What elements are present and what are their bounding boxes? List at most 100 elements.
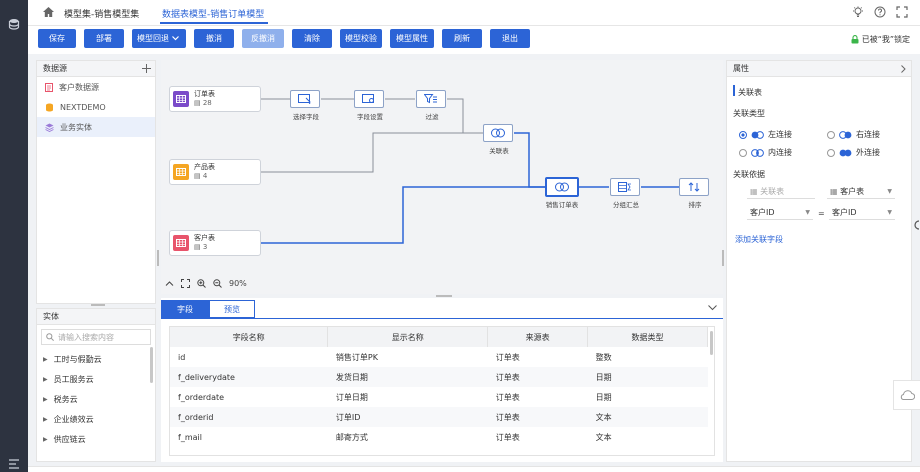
op-group-summary[interactable] xyxy=(610,178,640,196)
table-node-customer[interactable]: 客户表 ▤ 3 xyxy=(169,230,261,256)
breadcrumb-parent[interactable]: 模型集-销售模型集 xyxy=(64,7,139,20)
right-field-select[interactable]: 客户ID ▼ xyxy=(829,206,895,220)
left-table-select[interactable]: ▦ 关联表 xyxy=(747,185,815,199)
caret-right-icon: ▶ xyxy=(43,435,48,443)
table-row[interactable]: f_orderid 订单ID 订单表 文本 xyxy=(170,407,708,427)
add-icon[interactable] xyxy=(142,64,151,73)
table-node-order[interactable]: 订单表 ▤ 28 xyxy=(169,86,261,112)
op-sort[interactable] xyxy=(679,178,709,196)
redo-button[interactable]: 反撤消 xyxy=(242,29,284,48)
left-splitter[interactable] xyxy=(157,250,159,266)
refresh-button[interactable]: 刷新 xyxy=(442,29,482,48)
column-header[interactable]: 字段名称 xyxy=(170,327,329,347)
exit-button[interactable]: 退出 xyxy=(490,29,530,48)
cell-field-name: f_orderdate xyxy=(178,392,225,402)
tree-item[interactable]: ▶ 工时与假勤云 xyxy=(37,349,155,369)
op-join[interactable] xyxy=(483,124,513,142)
tree-item[interactable]: ▶ 员工服务云 xyxy=(37,369,155,389)
right-table-value: 客户表 xyxy=(840,187,865,196)
join-icon xyxy=(491,128,505,138)
table-node-product[interactable]: 产品表 ▤ 4 xyxy=(169,159,261,185)
chevron-right-icon[interactable] xyxy=(901,65,906,73)
left-rail xyxy=(0,0,28,472)
cloud-icon xyxy=(900,390,915,400)
deploy-button[interactable]: 部署 xyxy=(84,29,124,48)
clear-button[interactable]: 清除 xyxy=(292,29,332,48)
chevron-down-icon: ▼ xyxy=(887,209,892,216)
tree-item[interactable]: ▶ 税务云 xyxy=(37,389,155,409)
grid-scrollbar-thumb[interactable] xyxy=(710,331,713,355)
cell-display-name: 订单ID xyxy=(327,407,488,427)
model-canvas[interactable]: 订单表 ▤ 28 产品表 ▤ 4 客户表 ▤ 3 选择字段 字段设置 过滤 关联表 销… xyxy=(161,60,723,294)
table-node-count: 4 xyxy=(202,172,208,180)
lightbulb-icon[interactable] xyxy=(852,6,864,18)
scrollbar-thumb[interactable] xyxy=(150,347,153,383)
zoom-toolbar: 90% xyxy=(165,276,247,290)
tree-item[interactable]: ▶ 供应链云 xyxy=(37,429,155,449)
model-props-button[interactable]: 模型属性 xyxy=(390,29,434,48)
fullscreen-icon[interactable] xyxy=(896,6,908,18)
outer-join-label: 外连接 xyxy=(856,148,880,157)
right-table-select[interactable]: ▦ 客户表 ▼ xyxy=(827,185,895,199)
tree-item-label: 税务云 xyxy=(53,394,78,404)
table-row[interactable]: f_deliverydate 发货日期 订单表 日期 xyxy=(170,367,708,387)
left-join-radio[interactable]: 左连接 xyxy=(739,129,792,140)
rollback-label: 模型回退 xyxy=(137,34,169,43)
home-icon[interactable] xyxy=(42,6,55,18)
tree-item-label: 企业绩效云 xyxy=(53,414,94,424)
table-row[interactable]: f_mail 邮寄方式 订单表 文本 xyxy=(170,427,708,447)
datasource-item[interactable]: 客户数据源 xyxy=(37,77,155,97)
right-join-radio[interactable]: 右连接 xyxy=(827,129,880,140)
top-bar: 模型集-销售模型集 数据表模型-销售订单模型 xyxy=(28,0,920,26)
collapse-up-icon[interactable] xyxy=(165,280,174,287)
group-summary-icon xyxy=(618,182,631,192)
tree-item[interactable]: ▶ 企业绩效云 xyxy=(37,409,155,429)
column-header[interactable]: 来源表 xyxy=(487,327,589,347)
right-splitter[interactable] xyxy=(722,250,724,266)
tab-fields[interactable]: 字段 xyxy=(161,300,209,318)
tree-item-label: 员工服务云 xyxy=(53,374,94,384)
fit-view-icon[interactable] xyxy=(181,278,190,288)
undo-button[interactable]: 撤消 xyxy=(194,29,234,48)
help-icon[interactable] xyxy=(874,6,886,18)
save-button[interactable]: 保存 xyxy=(38,29,76,48)
document-icon xyxy=(45,82,53,92)
validate-button[interactable]: 模型校验 xyxy=(340,29,382,48)
rollback-dropdown[interactable]: 模型回退 xyxy=(132,29,186,48)
bottom-splitter[interactable] xyxy=(436,295,452,297)
resize-handle[interactable] xyxy=(91,304,105,306)
database-icon xyxy=(46,103,53,111)
database-icon[interactable] xyxy=(8,18,20,30)
datasource-item[interactable]: NEXTDEMO xyxy=(37,97,155,117)
left-field-select[interactable]: 客户ID ▼ xyxy=(747,206,813,220)
outer-join-icon xyxy=(839,149,852,156)
caret-right-icon: ▶ xyxy=(43,395,48,403)
op-field-settings[interactable] xyxy=(354,90,384,108)
op-label: 过滤 xyxy=(425,113,439,121)
op-filter[interactable] xyxy=(416,90,446,108)
add-join-field-link[interactable]: 添加关联字段 xyxy=(735,234,783,245)
zoom-out-icon[interactable] xyxy=(213,278,222,288)
radio-dot xyxy=(827,148,835,157)
side-handle-icon[interactable] xyxy=(913,220,920,230)
op-select-fields[interactable] xyxy=(290,90,320,108)
tab-preview[interactable]: 预览 xyxy=(209,300,255,318)
breadcrumb-current[interactable]: 数据表模型-销售订单模型 xyxy=(162,7,264,20)
column-header[interactable]: 数据类型 xyxy=(587,327,708,347)
entity-search[interactable]: 请输入搜索内容 xyxy=(41,329,151,345)
cell-field-name: id xyxy=(178,352,186,362)
cell-source-table: 订单表 xyxy=(495,392,520,402)
collapse-panel-icon[interactable] xyxy=(708,305,717,311)
table-row[interactable]: f_orderdate 订单日期 订单表 日期 xyxy=(170,387,708,407)
zoom-in-icon[interactable] xyxy=(197,278,206,288)
inner-join-radio[interactable]: 内连接 xyxy=(739,147,792,158)
expand-menu-icon[interactable] xyxy=(8,458,20,470)
table-row[interactable]: id 销售订单PK 订单表 整数 xyxy=(170,347,708,367)
cloud-widget[interactable] xyxy=(893,380,920,410)
table-node-name: 客户表 xyxy=(194,234,215,242)
outer-join-radio[interactable]: 外连接 xyxy=(827,147,880,158)
field-panel: 字段 预览 字段名称 显示名称 来源表 数据类型 id 销售订单PK 订单表 整… xyxy=(161,298,723,462)
datasource-item[interactable]: 业务实体 xyxy=(37,117,155,137)
op-result-table[interactable] xyxy=(545,177,579,197)
column-header[interactable]: 显示名称 xyxy=(327,327,489,347)
